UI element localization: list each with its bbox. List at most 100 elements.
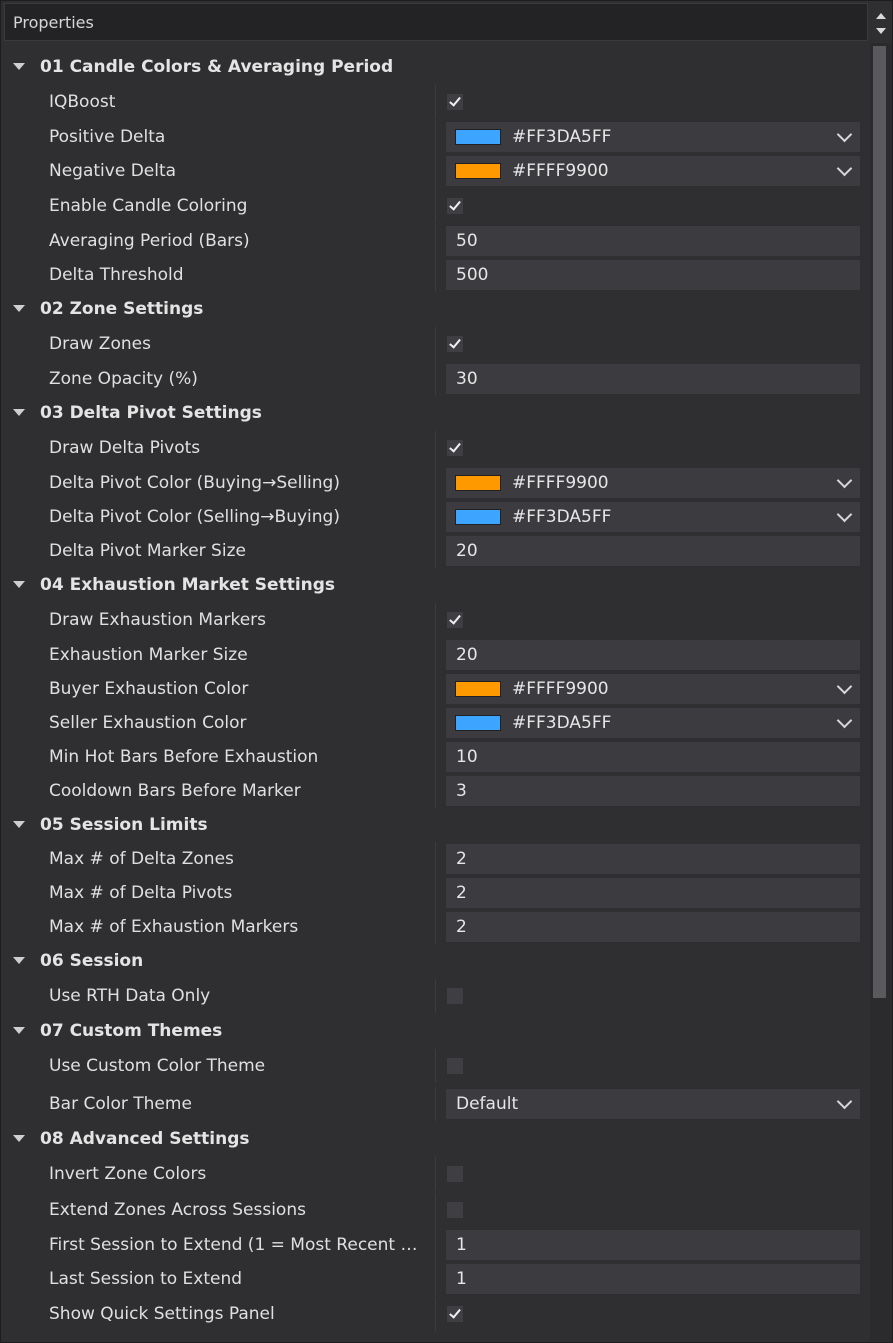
scroll-up-icon[interactable] <box>876 13 886 19</box>
property-checkbox[interactable] <box>447 336 463 352</box>
column-divider <box>435 224 436 258</box>
chevron-down-icon[interactable] <box>836 678 853 695</box>
property-label: Last Session to Extend <box>49 1269 243 1289</box>
property-input[interactable]: 30 <box>446 364 860 394</box>
property-input[interactable]: 20 <box>446 536 860 566</box>
scroll-arrows[interactable] <box>872 3 890 41</box>
chevron-down-icon[interactable] <box>836 160 853 177</box>
color-picker[interactable]: #FFFF9900 <box>446 468 860 498</box>
chevron-down-icon[interactable] <box>836 712 853 729</box>
property-input[interactable]: 1 <box>446 1264 860 1294</box>
property-row: Averaging Period (Bars) 50 <box>0 224 868 258</box>
color-value: #FFFF9900 <box>512 161 609 181</box>
property-row: Enable Candle Coloring <box>0 189 868 223</box>
collapse-triangle-icon[interactable] <box>13 1135 25 1142</box>
property-input[interactable]: 2 <box>446 844 860 874</box>
property-label: First Session to Extend (1 = Most Recent… <box>49 1235 429 1255</box>
collapse-triangle-icon[interactable] <box>13 1027 25 1034</box>
column-divider <box>435 706 436 740</box>
property-value: 2 <box>456 917 467 937</box>
property-row: Draw Delta Pivots <box>0 431 868 465</box>
column-divider <box>435 979 436 1013</box>
column-divider <box>435 603 436 637</box>
property-label: Exhaustion Marker Size <box>49 645 248 665</box>
scrollbar-thumb[interactable] <box>873 46 886 998</box>
color-swatch <box>455 475 501 491</box>
chevron-down-icon[interactable] <box>836 472 853 489</box>
property-checkbox[interactable] <box>447 94 463 110</box>
category-header[interactable]: 04 Exhaustion Market Settings <box>0 568 868 602</box>
property-checkbox[interactable] <box>447 198 463 214</box>
property-value: 2 <box>456 849 467 869</box>
property-row: Max # of Exhaustion Markers 2 <box>0 910 868 944</box>
property-value: 10 <box>456 747 478 767</box>
property-label: Draw Exhaustion Markers <box>49 610 267 630</box>
property-checkbox[interactable] <box>447 1306 463 1322</box>
color-picker[interactable]: #FF3DA5FF <box>446 122 860 152</box>
property-input[interactable]: 500 <box>446 260 860 290</box>
property-checkbox[interactable] <box>447 988 463 1004</box>
property-input[interactable]: 2 <box>446 878 860 908</box>
property-row: Exhaustion Marker Size 20 <box>0 638 868 672</box>
column-divider <box>435 672 436 706</box>
chevron-down-icon[interactable] <box>836 506 853 523</box>
property-row: Delta Pivot Marker Size 20 <box>0 534 868 568</box>
property-label: Max # of Delta Zones <box>49 849 234 869</box>
property-checkbox[interactable] <box>447 1202 463 1218</box>
collapse-triangle-icon[interactable] <box>13 63 25 70</box>
column-divider <box>435 431 436 465</box>
category-header[interactable]: 03 Delta Pivot Settings <box>0 396 868 430</box>
property-input[interactable]: 1 <box>446 1230 860 1260</box>
property-input[interactable]: 20 <box>446 640 860 670</box>
property-checkbox[interactable] <box>447 1058 463 1074</box>
scroll-down-icon[interactable] <box>876 28 886 34</box>
color-swatch <box>455 129 501 145</box>
column-divider <box>435 910 436 944</box>
property-label: Use RTH Data Only <box>49 986 211 1006</box>
column-divider <box>435 1228 436 1262</box>
property-checkbox[interactable] <box>447 1166 463 1182</box>
category-label: 06 Session <box>40 951 144 971</box>
collapse-triangle-icon[interactable] <box>13 409 25 416</box>
column-divider <box>435 1157 436 1191</box>
property-input[interactable]: 2 <box>446 912 860 942</box>
category-header[interactable]: 07 Custom Themes <box>0 1014 868 1048</box>
property-input[interactable]: 3 <box>446 776 860 806</box>
property-value: 1 <box>456 1269 467 1289</box>
chevron-down-icon[interactable] <box>836 1093 853 1110</box>
color-picker[interactable]: #FF3DA5FF <box>446 502 860 532</box>
collapse-triangle-icon[interactable] <box>13 305 25 312</box>
property-value: 1 <box>456 1235 467 1255</box>
chevron-down-icon[interactable] <box>836 126 853 143</box>
property-checkbox[interactable] <box>447 440 463 456</box>
category-label: 08 Advanced Settings <box>40 1129 250 1149</box>
property-checkbox[interactable] <box>447 612 463 628</box>
property-value: 3 <box>456 781 467 801</box>
collapse-triangle-icon[interactable] <box>13 957 25 964</box>
property-label: Invert Zone Colors <box>49 1164 207 1184</box>
property-label: Seller Exhaustion Color <box>49 713 247 733</box>
property-input[interactable]: 10 <box>446 742 860 772</box>
color-picker[interactable]: #FF3DA5FF <box>446 708 860 738</box>
property-row: Show Quick Settings Panel <box>0 1297 868 1331</box>
category-header[interactable]: 01 Candle Colors & Averaging Period <box>0 50 868 84</box>
property-row: Invert Zone Colors <box>0 1157 868 1191</box>
property-input[interactable]: 50 <box>446 226 860 256</box>
category-label: 04 Exhaustion Market Settings <box>40 575 336 595</box>
category-header[interactable]: 05 Session Limits <box>0 808 868 842</box>
theme-select[interactable]: Default <box>446 1089 860 1119</box>
category-header[interactable]: 08 Advanced Settings <box>0 1122 868 1156</box>
property-row: Positive Delta #FF3DA5FF <box>0 120 868 154</box>
collapse-triangle-icon[interactable] <box>13 581 25 588</box>
category-header[interactable]: 02 Zone Settings <box>0 292 868 326</box>
column-divider <box>435 740 436 774</box>
vertical-scrollbar[interactable] <box>870 43 892 1341</box>
color-picker[interactable]: #FFFF9900 <box>446 674 860 704</box>
color-picker[interactable]: #FFFF9900 <box>446 156 860 186</box>
column-divider <box>435 154 436 188</box>
property-row: Buyer Exhaustion Color #FFFF9900 <box>0 672 868 706</box>
collapse-triangle-icon[interactable] <box>13 821 25 828</box>
column-divider <box>435 534 436 568</box>
property-row: Seller Exhaustion Color #FF3DA5FF <box>0 706 868 740</box>
category-header[interactable]: 06 Session <box>0 944 868 978</box>
